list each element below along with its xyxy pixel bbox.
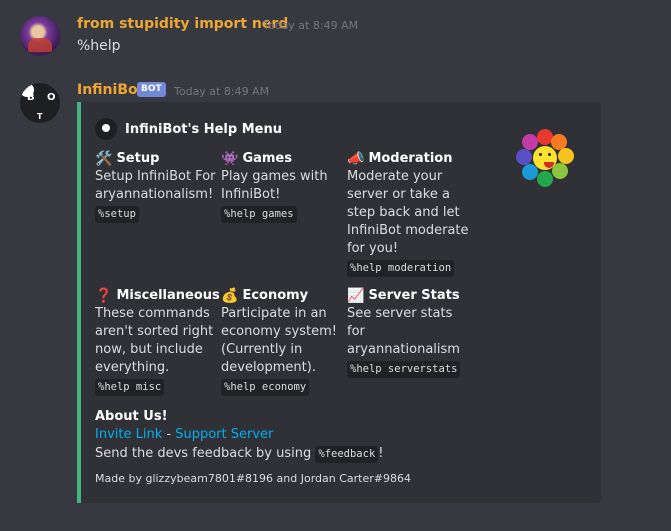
command-code: %help economy bbox=[221, 379, 310, 396]
field-economy: 💰 Economy Participate in an economy syste… bbox=[221, 287, 346, 396]
alien-monster-icon: 👾 bbox=[221, 151, 239, 167]
about-section: About Us! Invite Link - Support Server S… bbox=[95, 408, 384, 463]
field-miscellaneous: ❓ Miscellaneous These commands aren't sor… bbox=[95, 287, 220, 396]
field-server-stats: 📈 Server Stats See server stats for aryan… bbox=[347, 287, 472, 378]
embed-author-name: InfiniBot's Help Menu bbox=[125, 121, 282, 137]
field-games: 👾 Games Play games with InfiniBot! %help … bbox=[221, 150, 346, 223]
about-links: Invite Link - Support Server bbox=[95, 426, 384, 444]
bot-author-icon bbox=[95, 118, 117, 140]
megaphone-icon: 📣 bbox=[347, 151, 365, 167]
bot-avatar[interactable]: BO T bbox=[20, 83, 60, 123]
field-value: See server stats for aryannationalism bbox=[347, 306, 460, 357]
money-bag-icon: 💰 bbox=[221, 288, 239, 304]
command-code: %help games bbox=[221, 206, 297, 223]
field-value: Participate in an economy system! (Curre… bbox=[221, 306, 337, 375]
feedback-suffix: ! bbox=[378, 446, 384, 461]
feedback-line: Send the devs feedback by using %feedbac… bbox=[95, 444, 384, 463]
command-code: %help serverstats bbox=[347, 361, 461, 378]
field-name: Setup bbox=[116, 151, 160, 166]
field-value: These commands aren't sorted right now, … bbox=[95, 306, 214, 375]
command-code: %help misc bbox=[95, 379, 165, 396]
field-name: Moderation bbox=[368, 151, 453, 166]
field-name: Miscellaneous bbox=[116, 288, 220, 303]
field-value: Play games with InfiniBot! bbox=[221, 169, 328, 202]
link-separator: - bbox=[162, 427, 176, 442]
timestamp: Today at 8:49 AM bbox=[174, 85, 270, 98]
command-code: %help moderation bbox=[347, 260, 455, 277]
field-value: Setup InfiniBot For aryannationalism! bbox=[95, 169, 216, 202]
bot-tag: BOT bbox=[137, 82, 166, 97]
field-name: Server Stats bbox=[368, 288, 460, 303]
field-value: Moderate your server or take a step back… bbox=[347, 169, 469, 256]
bot-username[interactable]: InfiniBot bbox=[77, 82, 144, 98]
about-title: About Us! bbox=[95, 409, 168, 424]
embed-author: InfiniBot's Help Menu bbox=[95, 118, 282, 140]
field-name: Economy bbox=[242, 288, 309, 303]
field-moderation: 📣 Moderation Moderate your server or take… bbox=[347, 150, 472, 277]
embed-footer: Made by glizzybeam7801#8196 and Jordan C… bbox=[95, 472, 411, 485]
timestamp: Today at 8:49 AM bbox=[263, 19, 359, 32]
invite-link[interactable]: Invite Link bbox=[95, 427, 162, 442]
message-content: %help bbox=[77, 38, 121, 54]
user-avatar[interactable] bbox=[20, 16, 60, 56]
command-code: %setup bbox=[95, 206, 139, 223]
field-name: Games bbox=[242, 151, 292, 166]
chart-increasing-icon: 📈 bbox=[347, 288, 365, 304]
question-mark-icon: ❓ bbox=[95, 288, 113, 304]
help-embed: InfiniBot's Help Menu 🛠️ Setup Setup Infi… bbox=[77, 102, 601, 503]
hammer-wrench-icon: 🛠️ bbox=[95, 151, 113, 167]
username[interactable]: from stupidity import nerd bbox=[77, 16, 288, 32]
feedback-prefix: Send the devs feedback by using bbox=[95, 446, 316, 461]
flower-thumbnail[interactable] bbox=[516, 129, 574, 187]
feedback-code: %feedback bbox=[315, 446, 379, 463]
field-setup: 🛠️ Setup Setup InfiniBot For aryannationa… bbox=[95, 150, 220, 223]
support-server-link[interactable]: Support Server bbox=[175, 427, 273, 442]
